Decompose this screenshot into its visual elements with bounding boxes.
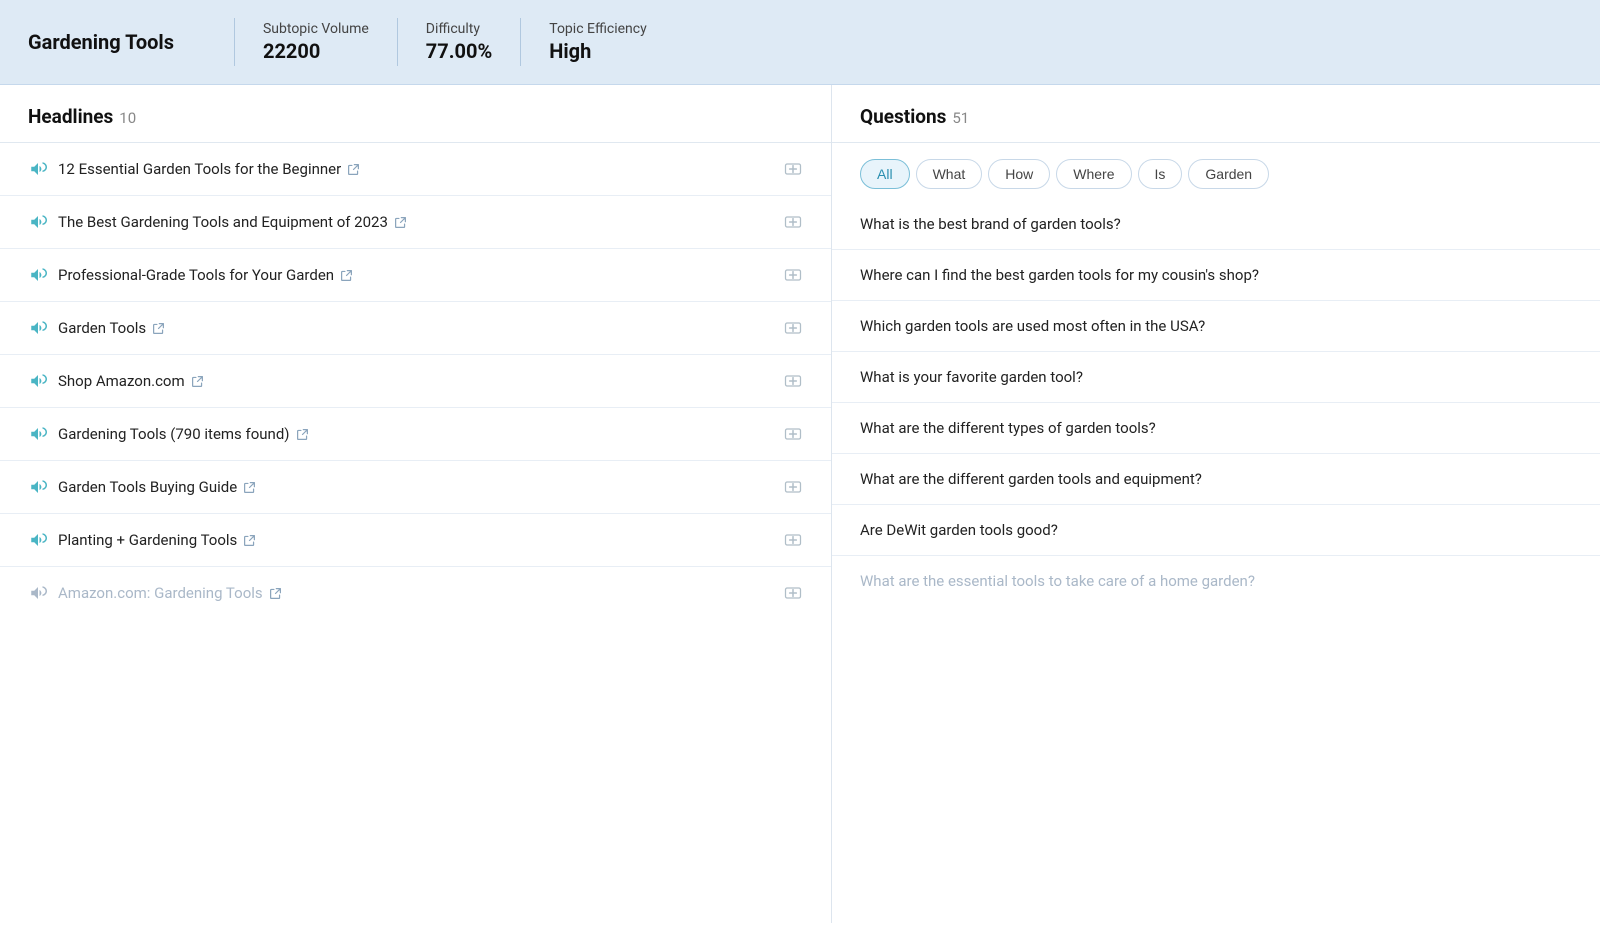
add-to-brief-icon[interactable] <box>783 371 803 391</box>
headline-text: The Best Gardening Tools and Equipment o… <box>58 213 773 231</box>
filter-tab-where[interactable]: Where <box>1056 159 1131 189</box>
headline-row[interactable]: Gardening Tools (790 items found) <box>0 408 831 461</box>
external-link-icon[interactable] <box>394 216 407 229</box>
headline-text: Planting + Gardening Tools <box>58 531 773 549</box>
question-row[interactable]: Where can I find the best garden tools f… <box>832 250 1600 301</box>
megaphone-icon <box>28 477 48 497</box>
difficulty-stat: Difficulty 77.00% <box>426 21 492 63</box>
headline-row[interactable]: Amazon.com: Gardening Tools <box>0 567 831 619</box>
subtopic-value: 22200 <box>263 39 369 63</box>
difficulty-value: 77.00% <box>426 39 492 63</box>
headline-text: Professional-Grade Tools for Your Garden <box>58 266 773 284</box>
subtopic-volume-stat: Subtopic Volume 22200 <box>263 21 369 63</box>
difficulty-label: Difficulty <box>426 21 492 37</box>
external-link-icon[interactable] <box>340 269 353 282</box>
questions-panel: Questions 51 AllWhatHowWhereIsGarden What… <box>832 85 1600 923</box>
question-row[interactable]: Are DeWit garden tools good? <box>832 505 1600 556</box>
headline-row[interactable]: Planting + Gardening Tools <box>0 514 831 567</box>
external-link-icon[interactable] <box>152 322 165 335</box>
headlines-list: 12 Essential Garden Tools for the Beginn… <box>0 143 831 619</box>
filter-tabs: AllWhatHowWhereIsGarden <box>832 143 1600 199</box>
efficiency-value: High <box>549 39 646 63</box>
headlines-title: Headlines <box>28 105 113 128</box>
megaphone-icon <box>28 583 48 603</box>
headlines-header: Headlines 10 <box>0 85 831 143</box>
headlines-panel: Headlines 10 12 Essential Garden Tools fo… <box>0 85 832 923</box>
external-link-icon[interactable] <box>191 375 204 388</box>
headline-text: 12 Essential Garden Tools for the Beginn… <box>58 160 773 178</box>
add-to-brief-icon[interactable] <box>783 212 803 232</box>
add-to-brief-icon[interactable] <box>783 318 803 338</box>
external-link-icon[interactable] <box>243 481 256 494</box>
main-content: Headlines 10 12 Essential Garden Tools fo… <box>0 85 1600 923</box>
questions-list: What is the best brand of garden tools?W… <box>832 199 1600 606</box>
headline-text: Amazon.com: Gardening Tools <box>58 584 773 602</box>
header-divider-1 <box>234 18 235 66</box>
external-link-icon[interactable] <box>243 534 256 547</box>
question-row[interactable]: What is the best brand of garden tools? <box>832 199 1600 250</box>
headline-row[interactable]: Garden Tools Buying Guide <box>0 461 831 514</box>
external-link-icon[interactable] <box>347 163 360 176</box>
header-divider-3 <box>520 18 521 66</box>
filter-tab-what[interactable]: What <box>916 159 983 189</box>
add-to-brief-icon[interactable] <box>783 265 803 285</box>
add-to-brief-icon[interactable] <box>783 424 803 444</box>
megaphone-icon <box>28 318 48 338</box>
headline-text: Gardening Tools (790 items found) <box>58 425 773 443</box>
header: Gardening Tools Subtopic Volume 22200 Di… <box>0 0 1600 85</box>
megaphone-icon <box>28 424 48 444</box>
headline-row[interactable]: Garden Tools <box>0 302 831 355</box>
header-divider-2 <box>397 18 398 66</box>
headline-row[interactable]: The Best Gardening Tools and Equipment o… <box>0 196 831 249</box>
topic-title: Gardening Tools <box>28 30 206 54</box>
headline-row[interactable]: Shop Amazon.com <box>0 355 831 408</box>
headline-text: Garden Tools <box>58 319 773 337</box>
question-row[interactable]: What are the different types of garden t… <box>832 403 1600 454</box>
filter-tab-is[interactable]: Is <box>1138 159 1183 189</box>
question-row[interactable]: What is your favorite garden tool? <box>832 352 1600 403</box>
filter-tab-all[interactable]: All <box>860 159 910 189</box>
megaphone-icon <box>28 530 48 550</box>
add-to-brief-icon[interactable] <box>783 583 803 603</box>
headlines-count: 10 <box>119 109 136 127</box>
external-link-icon[interactable] <box>269 587 282 600</box>
questions-count: 51 <box>952 109 969 127</box>
questions-title: Questions <box>860 105 946 128</box>
filter-tab-how[interactable]: How <box>988 159 1050 189</box>
questions-header: Questions 51 <box>832 85 1600 143</box>
headline-row[interactable]: 12 Essential Garden Tools for the Beginn… <box>0 143 831 196</box>
headline-text: Shop Amazon.com <box>58 372 773 390</box>
megaphone-icon <box>28 212 48 232</box>
efficiency-label: Topic Efficiency <box>549 21 646 37</box>
question-row[interactable]: What are the essential tools to take car… <box>832 556 1600 606</box>
subtopic-label: Subtopic Volume <box>263 21 369 37</box>
megaphone-icon <box>28 371 48 391</box>
megaphone-icon <box>28 265 48 285</box>
question-row[interactable]: What are the different garden tools and … <box>832 454 1600 505</box>
headline-row[interactable]: Professional-Grade Tools for Your Garden <box>0 249 831 302</box>
external-link-icon[interactable] <box>296 428 309 441</box>
megaphone-icon <box>28 159 48 179</box>
efficiency-stat: Topic Efficiency High <box>549 21 646 63</box>
filter-tab-garden[interactable]: Garden <box>1188 159 1269 189</box>
add-to-brief-icon[interactable] <box>783 159 803 179</box>
add-to-brief-icon[interactable] <box>783 530 803 550</box>
question-row[interactable]: Which garden tools are used most often i… <box>832 301 1600 352</box>
add-to-brief-icon[interactable] <box>783 477 803 497</box>
headline-text: Garden Tools Buying Guide <box>58 478 773 496</box>
